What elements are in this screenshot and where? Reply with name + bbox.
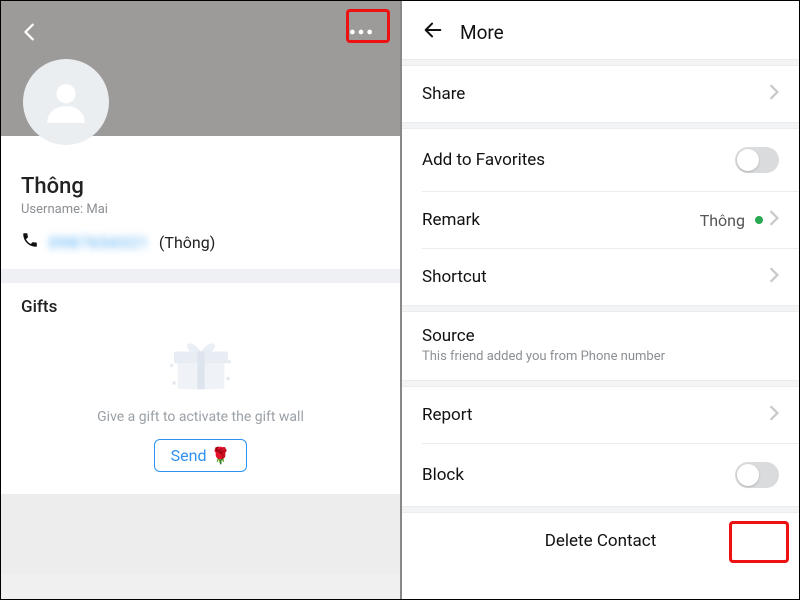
source-label: Source [422,326,779,346]
phone-number: 0987654321 [49,233,149,252]
chevron-right-icon [769,210,779,230]
block-label: Block [422,465,735,485]
delete-contact-button[interactable]: Delete Contact [402,513,799,553]
chevron-right-icon [769,267,779,287]
contact-name: Thông [21,174,380,199]
status-dot-icon [755,216,763,224]
source-row: Source This friend added you from Phone … [402,312,799,380]
remark-value: Thông [700,211,745,230]
gifts-caption: Give a gift to activate the gift wall [21,409,380,425]
add-favorites-row[interactable]: Add to Favorites [402,129,799,191]
remark-label: Remark [422,210,700,230]
source-subtitle: This friend added you from Phone number [422,349,779,364]
page-title: More [460,21,504,44]
gifts-title: Gifts [21,297,380,317]
add-favorites-label: Add to Favorites [422,150,735,170]
share-row[interactable]: Share [402,66,799,122]
block-toggle[interactable] [735,462,779,488]
gift-icon [21,327,380,403]
share-label: Share [422,84,769,104]
profile-card: Thông Username: Mai 0987654321 (Thông) [1,136,400,269]
contact-username: Username: Mai [21,202,380,217]
favorites-toggle[interactable] [735,147,779,173]
phone-row[interactable]: 0987654321 (Thông) [21,231,380,253]
back-arrow-icon[interactable] [422,19,444,45]
gifts-section: Gifts Give a gift to activate the gift w… [1,283,400,494]
phone-suffix: (Thông) [159,233,215,252]
avatar [23,59,109,145]
block-row[interactable]: Block [402,444,799,506]
remark-row[interactable]: Remark Thông [402,192,799,248]
report-label: Report [422,405,769,425]
back-arrow-icon[interactable] [19,21,41,47]
shortcut-label: Shortcut [422,267,769,287]
more-options-button[interactable] [340,15,382,49]
report-row[interactable]: Report [402,387,799,443]
phone-icon [21,231,39,253]
send-gift-button[interactable]: Send 🌹 [154,439,248,472]
chevron-right-icon [769,84,779,104]
chevron-right-icon [769,405,779,425]
shortcut-row[interactable]: Shortcut [402,249,799,305]
